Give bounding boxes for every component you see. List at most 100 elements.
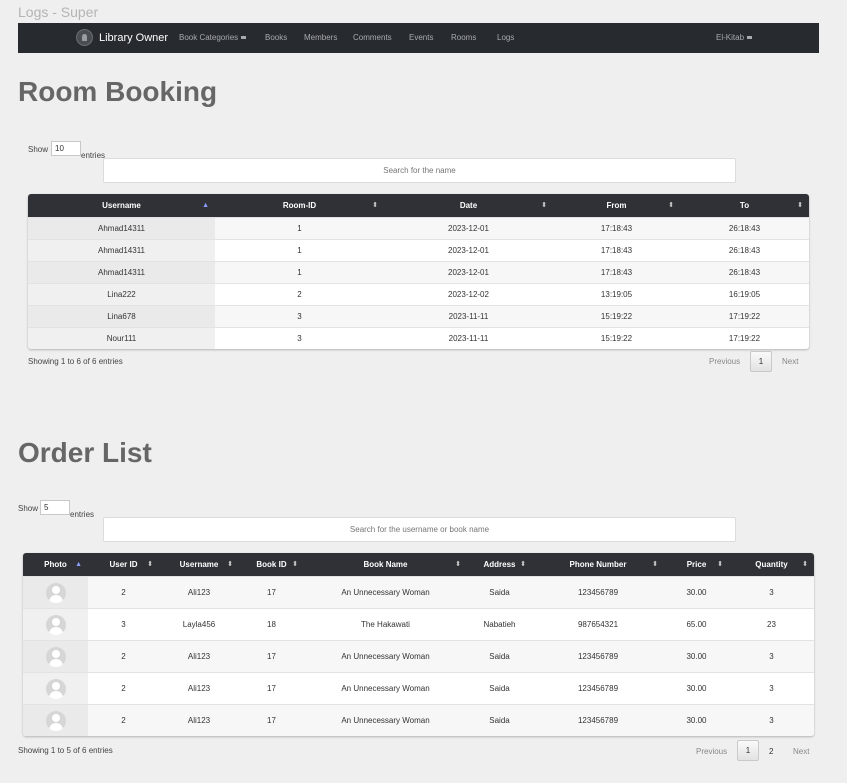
column-header-from[interactable]: From ⬍ <box>553 194 680 217</box>
rooms-next-button[interactable]: Next <box>782 357 798 366</box>
brand[interactable]: Library Owner <box>76 29 168 46</box>
sort-icon: ⬍ <box>797 202 803 209</box>
table-row: 3 Layla456 18 The Hakawati Nabatieh 987654321… <box>23 608 814 640</box>
column-header-user-id[interactable]: User ID ⬍ <box>88 553 159 576</box>
column-header-room-id[interactable]: Room-ID ⬍ <box>215 194 384 217</box>
nav-book-categories[interactable]: Book Categories <box>179 33 247 42</box>
cell-username: Ahmad14311 <box>28 218 215 239</box>
column-header-username[interactable]: Username ⬍ <box>159 553 239 576</box>
cell-room-id: 1 <box>297 246 302 255</box>
column-header-label: Username <box>179 560 219 569</box>
column-header-price[interactable]: Price ⬍ <box>664 553 729 576</box>
cell-user-id: 2 <box>121 684 126 693</box>
room-booking-title: Room Booking <box>18 76 218 107</box>
table-header-row: Photo ▲ User ID ⬍ Username ⬍ Book ID ⬍ Book Name… <box>23 553 814 576</box>
sort-icon: ⬍ <box>541 202 547 209</box>
column-header-label: Quantity <box>755 560 788 569</box>
cell-address: Saida <box>489 588 510 597</box>
sort-ascending-icon: ▲ <box>75 561 82 568</box>
column-header-address[interactable]: Address ⬍ <box>467 553 532 576</box>
user-menu[interactable]: El-Kitab <box>716 33 753 42</box>
table-row: Lina222 2 2023-12-02 13:19:05 16:19:05 <box>28 283 809 305</box>
avatar-icon <box>45 710 66 731</box>
sort-icon: ⬍ <box>372 202 378 209</box>
rooms-page-1-button[interactable]: 1 <box>750 351 772 372</box>
column-header-book-id[interactable]: Book ID ⬍ <box>239 553 304 576</box>
brand-name: Library Owner <box>99 31 169 44</box>
nav-logs[interactable]: Logs <box>497 33 514 42</box>
sort-icon: ⬍ <box>292 561 298 568</box>
column-header-label: Username <box>102 201 141 210</box>
rooms-search-input[interactable] <box>103 158 736 183</box>
cell-user-id: 2 <box>121 588 126 597</box>
column-header-book-name[interactable]: Book Name ⬍ <box>304 553 467 576</box>
cell-price: 30.00 <box>686 588 707 597</box>
column-header-photo[interactable]: Photo ▲ <box>23 553 88 576</box>
nav-comments[interactable]: Comments <box>353 33 392 42</box>
cell-username: Ahmad14311 <box>28 240 215 261</box>
cell-phone-number: 123456789 <box>577 716 619 725</box>
cell-to: 17:19:22 <box>728 312 761 321</box>
dropdown-caret-icon <box>747 36 753 40</box>
room-booking-table: Username ▲ Room-ID ⬍ Date ⬍ From ⬍ To ⬍ Ahmad14311… <box>28 194 809 349</box>
rooms-page-length-select[interactable]: 10 <box>51 141 81 156</box>
cell-quantity: 23 <box>767 620 776 629</box>
navbar: Library Owner Book Categories Books Memb… <box>18 23 819 53</box>
library-logo-icon <box>76 29 93 46</box>
orders-table-info: Showing 1 to 5 of 6 entries <box>18 746 113 755</box>
cell-from: 15:19:22 <box>600 334 633 343</box>
avatar-icon <box>45 582 66 603</box>
avatar-icon <box>45 646 66 667</box>
sort-icon: ⬍ <box>227 561 233 568</box>
orders-previous-button[interactable]: Previous <box>696 747 727 756</box>
column-header-date[interactable]: Date ⬍ <box>384 194 553 217</box>
table-row: 2 Ali123 17 An Unnecessary Woman Saida 123456… <box>23 672 814 704</box>
cell-address: Saida <box>489 684 510 693</box>
cell-date: 2023-11-11 <box>448 312 489 321</box>
column-header-label: Room-ID <box>282 201 317 210</box>
cell-from: 17:18:43 <box>600 268 633 277</box>
cell-room-id: 3 <box>297 312 302 321</box>
cell-phone-number: 987654321 <box>577 620 619 629</box>
column-header-label: Address <box>483 560 516 569</box>
dropdown-caret-icon <box>241 36 247 40</box>
column-header-to[interactable]: To ⬍ <box>680 194 809 217</box>
column-header-phone-number[interactable]: Phone Number ⬍ <box>532 553 664 576</box>
orders-page-1-button[interactable]: 1 <box>737 740 759 761</box>
orders-next-button[interactable]: Next <box>793 747 809 756</box>
orders-page-length-select[interactable]: 5 <box>40 500 70 515</box>
rooms-previous-button[interactable]: Previous <box>709 357 740 366</box>
column-header-quantity[interactable]: Quantity ⬍ <box>729 553 814 576</box>
orders-search-input[interactable] <box>103 517 736 542</box>
orders-entries-label: entries <box>70 510 95 519</box>
sort-icon: ⬍ <box>520 561 526 568</box>
nav-rooms[interactable]: Rooms <box>451 33 476 42</box>
cell-to: 17:19:22 <box>728 334 761 343</box>
cell-quantity: 3 <box>769 652 774 661</box>
cell-book-id: 17 <box>267 684 276 693</box>
column-header-username[interactable]: Username ▲ <box>28 194 215 217</box>
nav-books[interactable]: Books <box>265 33 287 42</box>
table-row: Ahmad14311 1 2023-12-01 17:18:43 26:18:43 <box>28 261 809 283</box>
cell-phone-number: 123456789 <box>577 588 619 597</box>
cell-date: 2023-12-01 <box>448 268 489 277</box>
orders-page-2-button[interactable]: 2 <box>769 747 773 756</box>
cell-book-name: An Unnecessary Woman <box>341 652 430 661</box>
cell-quantity: 3 <box>769 716 774 725</box>
cell-user-id: 2 <box>121 652 126 661</box>
sort-icon: ⬍ <box>455 561 461 568</box>
order-list-table: Photo ▲ User ID ⬍ Username ⬍ Book ID ⬍ Book Name… <box>23 553 814 736</box>
column-header-label: Price <box>686 560 707 569</box>
sort-icon: ⬍ <box>668 202 674 209</box>
table-row: Nour111 3 2023-11-11 15:19:22 17:19:22 <box>28 327 809 349</box>
nav-events[interactable]: Events <box>409 33 433 42</box>
cell-quantity: 3 <box>769 684 774 693</box>
cell-date: 2023-12-02 <box>448 290 489 299</box>
column-header-label: Photo <box>44 560 67 569</box>
cell-photo <box>23 609 88 640</box>
cell-price: 30.00 <box>686 684 707 693</box>
cell-address: Saida <box>489 652 510 661</box>
cell-from: 15:19:22 <box>600 312 633 321</box>
cell-photo <box>23 673 88 704</box>
nav-members[interactable]: Members <box>304 33 337 42</box>
